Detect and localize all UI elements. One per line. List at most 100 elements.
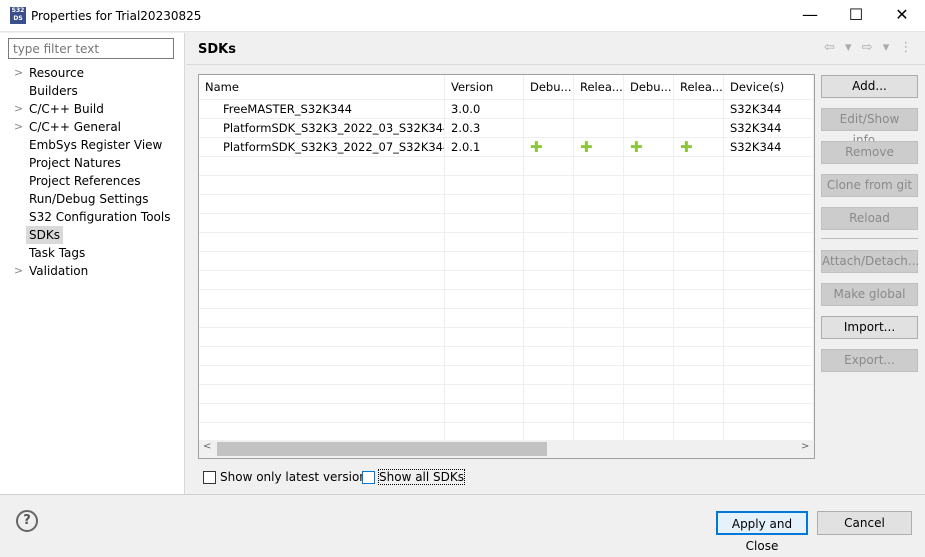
table-row[interactable] bbox=[199, 271, 814, 290]
navigation-icons[interactable]: ⇦ ▾ ⇨ ▾ ⋮ bbox=[824, 40, 915, 55]
table-row[interactable] bbox=[199, 309, 814, 328]
reload-button[interactable]: Reload bbox=[821, 207, 918, 230]
empty-cell bbox=[574, 233, 624, 251]
column-header[interactable]: Debu... bbox=[624, 75, 674, 99]
empty-cell bbox=[199, 309, 445, 327]
chevron-right-icon[interactable]: > bbox=[14, 118, 23, 136]
table-row[interactable] bbox=[199, 157, 814, 176]
empty-cell bbox=[724, 252, 814, 270]
sidebar-item-project-natures[interactable]: Project Natures bbox=[0, 154, 185, 172]
empty-cell bbox=[674, 252, 724, 270]
table-row[interactable] bbox=[199, 385, 814, 404]
sidebar-item-s32-configuration-tools[interactable]: S32 Configuration Tools bbox=[0, 208, 185, 226]
empty-cell bbox=[674, 195, 724, 213]
close-button[interactable]: ✕ bbox=[879, 0, 925, 32]
sidebar-item-run-debug-settings[interactable]: Run/Debug Settings bbox=[0, 190, 185, 208]
table-row[interactable]: FreeMASTER_S32K344 3.0.0 S32K344 bbox=[199, 100, 814, 119]
empty-cell bbox=[674, 423, 724, 441]
empty-cell bbox=[445, 176, 524, 194]
maximize-button[interactable]: ☐ bbox=[833, 0, 879, 32]
table-cell bbox=[674, 100, 724, 118]
empty-cell bbox=[574, 195, 624, 213]
empty-cell bbox=[574, 290, 624, 308]
empty-cell bbox=[524, 328, 574, 346]
button-separator bbox=[821, 238, 918, 239]
filter-input[interactable] bbox=[8, 38, 174, 59]
table-row[interactable] bbox=[199, 252, 814, 271]
apply-and-close-button[interactable]: Apply and Close bbox=[716, 511, 808, 553]
add-button[interactable]: Add... bbox=[821, 75, 918, 98]
scroll-right-icon[interactable]: > bbox=[801, 441, 809, 452]
help-icon[interactable]: ? bbox=[16, 510, 38, 532]
sidebar-item-builders[interactable]: Builders bbox=[0, 82, 185, 100]
table-cell bbox=[524, 119, 574, 137]
checkbox-icon[interactable] bbox=[203, 471, 216, 484]
scroll-left-icon[interactable]: < bbox=[203, 441, 211, 452]
empty-cell bbox=[724, 290, 814, 308]
clone-from-git-button[interactable]: Clone from git bbox=[821, 174, 918, 197]
empty-cell bbox=[724, 347, 814, 365]
table-row[interactable] bbox=[199, 290, 814, 309]
title-bar: S32 DS Properties for Trial20230825 — ☐ ✕ bbox=[0, 0, 925, 32]
table-row[interactable] bbox=[199, 195, 814, 214]
scrollbar-thumb[interactable] bbox=[217, 442, 547, 456]
import-button[interactable]: Import... bbox=[821, 316, 918, 339]
sidebar-item-project-references[interactable]: Project References bbox=[0, 172, 185, 190]
table-row[interactable] bbox=[199, 404, 814, 423]
table-row[interactable]: PlatformSDK_S32K3_2022_07_S32K344_M72.0.… bbox=[199, 138, 814, 157]
minimize-button[interactable]: — bbox=[787, 0, 833, 32]
make-global-button[interactable]: Make global bbox=[821, 283, 918, 306]
sidebar-item-embsys-register-view[interactable]: EmbSys Register View bbox=[0, 136, 185, 154]
column-header[interactable]: Name bbox=[199, 75, 445, 99]
sidebar-item-resource[interactable]: > Resource bbox=[0, 64, 185, 82]
empty-cell bbox=[524, 366, 574, 384]
column-header[interactable]: Device(s) bbox=[724, 75, 814, 99]
plus-icon: ✚ bbox=[674, 138, 724, 156]
empty-cell bbox=[445, 233, 524, 251]
table-row[interactable] bbox=[199, 176, 814, 195]
sidebar-item-sdks[interactable]: SDKs bbox=[0, 226, 185, 244]
empty-cell bbox=[445, 328, 524, 346]
cancel-button[interactable]: Cancel bbox=[817, 511, 912, 535]
sidebar-item-label: SDKs bbox=[26, 226, 63, 244]
table-row[interactable] bbox=[199, 233, 814, 252]
empty-cell bbox=[674, 366, 724, 384]
sidebar-item-label: Run/Debug Settings bbox=[29, 192, 149, 206]
empty-cell bbox=[524, 157, 574, 175]
empty-cell bbox=[199, 252, 445, 270]
table-row[interactable] bbox=[199, 366, 814, 385]
table-cell: S32K344 bbox=[724, 138, 814, 156]
sidebar-item-validation[interactable]: > Validation bbox=[0, 262, 185, 280]
column-header[interactable]: Relea... bbox=[574, 75, 624, 99]
empty-cell bbox=[199, 233, 445, 251]
empty-cell bbox=[674, 404, 724, 422]
empty-cell bbox=[624, 404, 674, 422]
edit-show-info-button[interactable]: Edit/Show info... bbox=[821, 108, 918, 147]
table-row[interactable] bbox=[199, 328, 814, 347]
sidebar-item-c-c-general[interactable]: > C/C++ General bbox=[0, 118, 185, 136]
show-all-sdks-checkbox[interactable]: Show all SDKs bbox=[362, 469, 466, 485]
empty-cell bbox=[199, 385, 445, 403]
sidebar-item-c-c-build[interactable]: > C/C++ Build bbox=[0, 100, 185, 118]
show-latest-checkbox[interactable]: Show only latest versions bbox=[203, 469, 373, 485]
table-cell: 2.0.1 bbox=[445, 138, 524, 156]
column-header[interactable]: Relea... bbox=[674, 75, 724, 99]
empty-cell bbox=[574, 347, 624, 365]
chevron-right-icon[interactable]: > bbox=[14, 100, 23, 118]
column-header[interactable]: Debu... bbox=[524, 75, 574, 99]
checkbox-icon[interactable] bbox=[362, 471, 375, 484]
sidebar-item-task-tags[interactable]: Task Tags bbox=[0, 244, 185, 262]
empty-cell bbox=[724, 404, 814, 422]
chevron-right-icon[interactable]: > bbox=[14, 64, 23, 82]
empty-cell bbox=[624, 195, 674, 213]
column-header[interactable]: Version bbox=[445, 75, 524, 99]
attach-detach-button[interactable]: Attach/Detach... bbox=[821, 250, 919, 273]
table-row[interactable]: PlatformSDK_S32K3_2022_03_S32K344_M72.0.… bbox=[199, 119, 814, 138]
table-row[interactable] bbox=[199, 347, 814, 366]
chevron-right-icon[interactable]: > bbox=[14, 262, 23, 280]
empty-cell bbox=[674, 309, 724, 327]
export-button[interactable]: Export... bbox=[821, 349, 918, 372]
table-row[interactable] bbox=[199, 214, 814, 233]
remove-button[interactable]: Remove bbox=[821, 141, 918, 164]
empty-cell bbox=[724, 271, 814, 289]
